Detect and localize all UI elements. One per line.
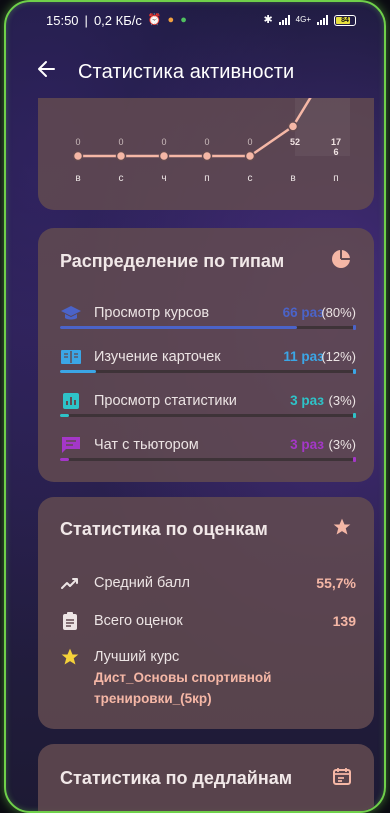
type-label: Просмотр статистики (94, 393, 237, 409)
type-row-stats: Просмотр статистики 3 раз (3%) (60, 392, 356, 422)
chart-category-label: ч (161, 173, 166, 184)
type-count: 11 раз (283, 349, 324, 364)
type-progress-track (60, 369, 356, 374)
star-icon (332, 517, 352, 542)
clipboard-icon (60, 611, 80, 631)
book-icon (60, 348, 82, 366)
chart-category-label: в (290, 173, 295, 184)
total-grades-row: Всего оценок 139 (60, 611, 356, 635)
signal-icon (278, 15, 290, 25)
best-course-value[interactable]: Дист_Основы спортивной тренировки_(5кр) (94, 667, 354, 709)
total-grades-label: Всего оценок (94, 613, 183, 629)
battery-level: 84 (341, 16, 349, 24)
app-notification-icon-2: ● (180, 13, 187, 26)
chart-point[interactable] (115, 150, 127, 162)
type-row-courses: Просмотр курсов 66 раз (80%) (60, 304, 356, 334)
deadlines-title: Статистика по дедлайнам (60, 768, 293, 788)
type-label: Чат с тьютором (94, 437, 199, 453)
chart-point[interactable] (72, 150, 84, 162)
chart-value-label: 0 (204, 137, 209, 147)
pie-chart-icon (330, 248, 352, 275)
status-left: 15:50 | 0,2 КБ/с ⏰ ● ● (46, 13, 187, 28)
activity-chart-card: 0 в 0 с 0 ч 0 п 0 с 52 в 17 6 п (38, 98, 374, 210)
chart-category-label: п (204, 173, 209, 184)
type-percent: (80%) (321, 305, 356, 320)
type-progress-track (60, 457, 356, 462)
best-star-icon (60, 647, 80, 667)
type-label: Просмотр курсов (94, 305, 210, 321)
type-percent: (3%) (328, 393, 356, 408)
type-progress-fill (60, 370, 96, 373)
chart-point[interactable] (287, 121, 299, 132)
chart-point[interactable] (158, 150, 170, 162)
status-separator: | (84, 12, 88, 28)
type-row-cards: Изучение карточек 11 раз (12%) (60, 348, 356, 378)
app-notification-icon: ● (167, 13, 175, 26)
chart-value-label: 0 (75, 137, 80, 147)
status-time: 15:50 (46, 12, 79, 28)
average-score-label: Средний балл (94, 575, 190, 591)
trending-up-icon (60, 573, 80, 593)
type-progress-endcap (353, 325, 356, 330)
signal-icon-2 (317, 15, 328, 25)
bluetooth-icon: ✱ (263, 13, 273, 26)
types-distribution-card: Распределение по типам Просмотр курсов 6… (38, 228, 374, 482)
type-progress-fill (60, 458, 69, 461)
chart-value-label: 0 (247, 137, 252, 147)
status-bar: 15:50 | 0,2 КБ/с ⏰ ● ● ✱ 4G+ 84 (6, 2, 384, 38)
back-arrow-icon[interactable] (36, 59, 68, 85)
types-header: Распределение по типам (38, 228, 374, 275)
type-progress-track (60, 413, 356, 418)
types-title: Распределение по типам (60, 251, 285, 271)
activity-line-chart: 0в0с0ч0п0с52в17 6п (72, 98, 350, 184)
network-type: 4G+ (295, 15, 311, 24)
chart-highlight-area (295, 98, 350, 156)
school-icon (60, 304, 82, 322)
app-bar: Статистика активности (6, 50, 384, 94)
type-progress-endcap (353, 369, 356, 374)
type-count: 66 раз (282, 305, 324, 320)
deadlines-header: Статистика по дедлайнам (38, 744, 374, 791)
type-progress-endcap (353, 457, 356, 462)
type-count: 3 раз (290, 437, 324, 452)
chart-value-label: 0 (161, 137, 166, 147)
deadlines-card: Статистика по дедлайнам (38, 744, 374, 811)
chart-category-label: с (119, 173, 124, 184)
grades-card: Статистика по оценкам Средний балл 55,7%… (38, 497, 374, 729)
grades-header: Статистика по оценкам (38, 497, 374, 542)
type-row-chat: Чат с тьютором 3 раз (3%) (60, 436, 356, 466)
type-count: 3 раз (290, 393, 324, 408)
type-percent: (3%) (328, 437, 356, 452)
battery-icon: 84 (334, 14, 356, 26)
type-progress-track (60, 325, 356, 330)
calendar-icon (332, 766, 352, 791)
type-progress-fill (60, 414, 69, 417)
chart-value-label: 52 (290, 137, 300, 147)
best-course-label: Лучший курс (94, 649, 180, 665)
status-speed: 0,2 КБ/с (93, 12, 142, 28)
grades-title: Статистика по оценкам (60, 519, 268, 539)
alarm-icon: ⏰ (147, 13, 162, 26)
chart-value-label: 0 (118, 137, 123, 147)
page-title: Статистика активности (78, 60, 295, 83)
chart-category-label: п (333, 173, 338, 184)
chart-point[interactable] (201, 150, 213, 162)
type-progress-fill (60, 326, 297, 329)
status-right: ✱ 4G+ 84 (263, 13, 356, 26)
total-grades-value: 139 (332, 613, 356, 629)
type-progress-endcap (353, 413, 356, 418)
analytics-icon (60, 392, 82, 410)
average-score-row: Средний балл 55,7% (60, 573, 356, 597)
type-percent: (12%) (321, 349, 356, 364)
chart-category-label: с (248, 173, 253, 184)
average-score-value: 55,7% (316, 575, 356, 591)
phone-frame: 15:50 | 0,2 КБ/с ⏰ ● ● ✱ 4G+ 84 Статисти… (4, 0, 386, 813)
type-label: Изучение карточек (94, 349, 221, 365)
chart-point[interactable] (244, 150, 256, 162)
chat-icon (60, 436, 82, 454)
chart-category-label: в (75, 173, 80, 184)
